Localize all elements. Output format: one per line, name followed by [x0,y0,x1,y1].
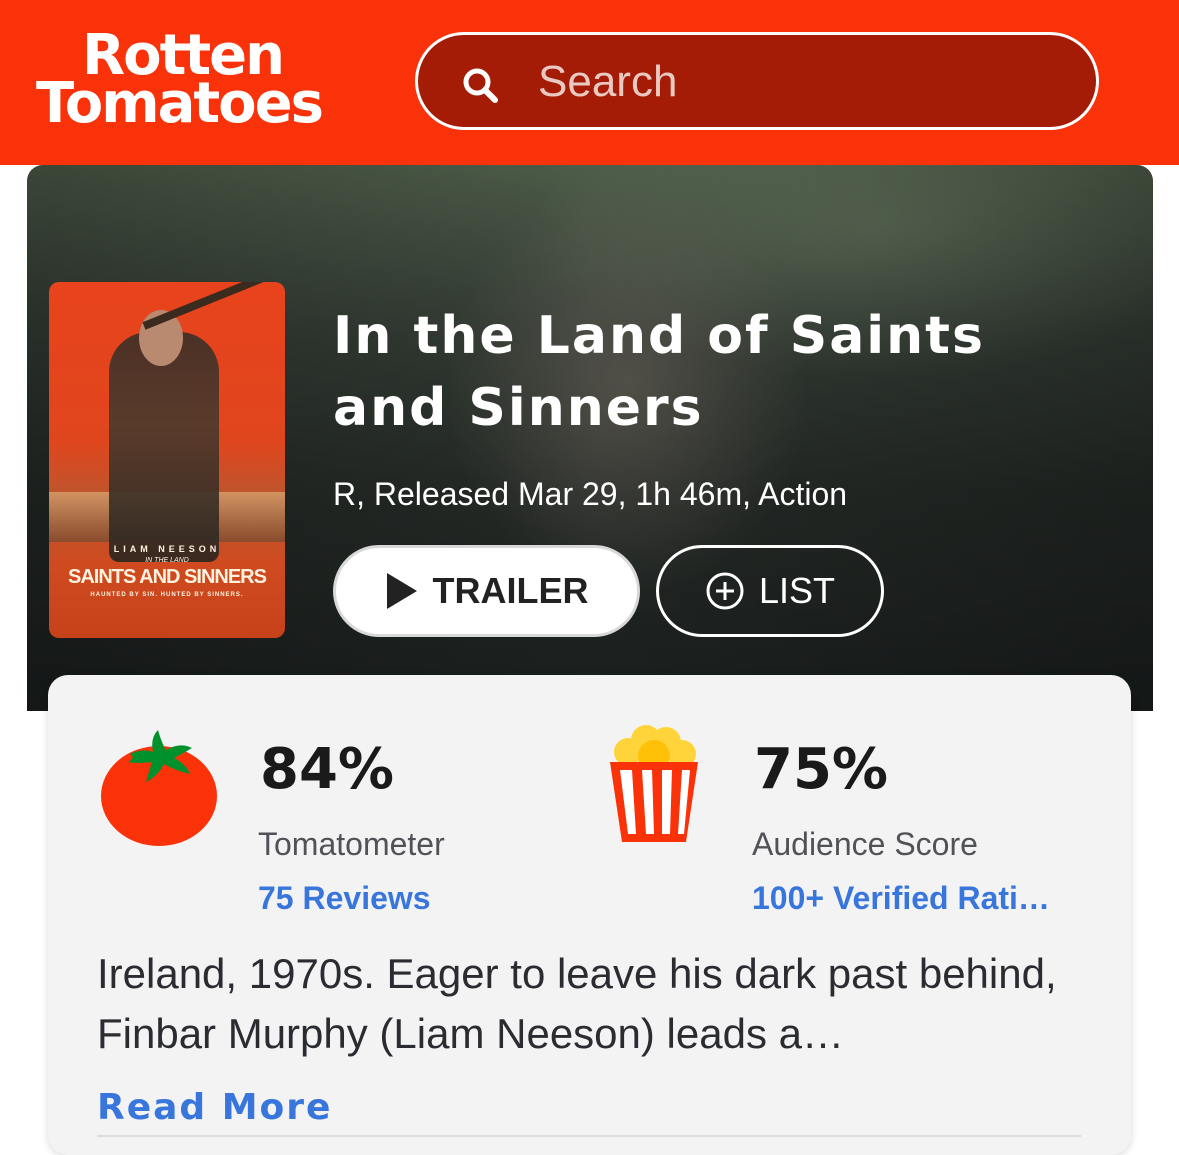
read-more-link[interactable]: Read More [97,1084,332,1132]
logo-line-2: Tomatoes [36,71,324,136]
tomatometer-score: 84% [260,737,395,802]
trailer-button[interactable]: TRAILER [333,545,640,637]
search-input[interactable] [536,53,1060,111]
tomatometer-label: Tomatometer [258,826,445,862]
audience-ratings-link[interactable]: 100+ Verified Rati… [752,878,1072,918]
search-bar[interactable] [415,32,1099,130]
plus-circle-icon [706,572,744,610]
page-gutter [1153,165,1179,711]
play-icon [386,573,417,609]
tomato-icon [101,730,217,846]
audience-score: 75% [754,737,889,802]
popcorn-icon [610,725,698,842]
movie-poster[interactable]: LIAM NEESON IN THE LAND SAINTS AND SINNE… [49,282,285,638]
movie-title: In the Land of Saints and Sinners [333,306,985,438]
audience-score-label: Audience Score [752,826,978,862]
movie-meta: R, Released Mar 29, 1h 46m, Action [333,476,848,512]
poster-figure [109,332,219,562]
search-icon[interactable] [460,65,500,105]
movie-synopsis: Ireland, 1970s. Eager to leave his dark … [97,950,1057,1057]
trailer-button-label: TRAILER [432,570,589,611]
poster-actor: LIAM NEESON [113,544,221,554]
rotten-tomatoes-logo[interactable]: Rotten Tomatoes [36,28,366,136]
poster-subtitle: IN THE LAND [145,557,189,564]
divider [97,1135,1081,1137]
tomatometer-reviews-link[interactable]: 75 Reviews [258,878,578,918]
add-to-list-button[interactable]: LIST [656,545,884,637]
site-header: Rotten Tomatoes [0,0,1179,165]
list-button-label: LIST [758,570,836,611]
poster-tagline: HAUNTED BY SIN. HUNTED BY SINNERS. [90,592,244,598]
poster-title: SAINTS AND SINNERS [68,566,267,588]
